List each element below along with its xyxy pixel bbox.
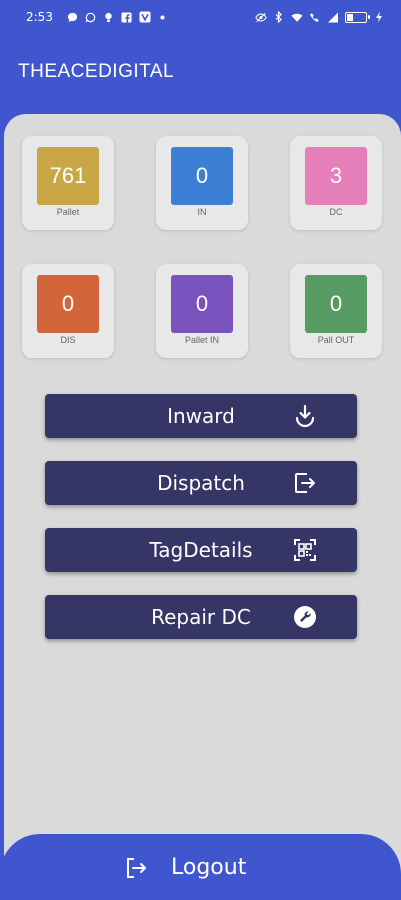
tile-in[interactable]: 0 IN — [156, 136, 248, 230]
dashboard-content: 761 Pallet 0 IN 3 DC 0 DIS 0 Pallet IN 0… — [4, 114, 401, 900]
eye-off-icon — [255, 11, 267, 23]
tile-in-value: 0 — [171, 147, 233, 205]
tag-details-button[interactable]: TagDetails — [45, 528, 357, 572]
tile-pallet[interactable]: 761 Pallet — [22, 136, 114, 230]
status-bar: 2:53 — [0, 0, 401, 34]
tile-dis-value: 0 — [37, 275, 99, 333]
bluetooth-icon — [273, 11, 285, 23]
whatsapp-icon — [85, 11, 97, 23]
dot-icon — [157, 11, 169, 23]
app-bar: THEACEDIGITAL — [0, 34, 401, 110]
qr-code-icon — [293, 538, 317, 562]
wrench-icon — [293, 605, 317, 629]
repair-dc-button[interactable]: Repair DC — [45, 595, 357, 639]
app-title: THEACEDIGITAL — [18, 61, 175, 82]
tile-pallet-in-label: Pallet IN — [184, 335, 219, 345]
tile-pallet-in[interactable]: 0 Pallet IN — [156, 264, 248, 358]
inward-button[interactable]: Inward — [45, 394, 357, 438]
status-time: 2:53 — [26, 10, 53, 24]
logout-icon — [124, 856, 148, 880]
download-icon — [293, 404, 317, 428]
battery-icon — [345, 11, 370, 23]
message-icon — [67, 11, 79, 23]
logout-label: Logout — [171, 855, 247, 880]
tile-pall-out[interactable]: 0 Pall OUT — [290, 264, 382, 358]
tile-in-label: IN — [197, 207, 207, 217]
tile-dis[interactable]: 0 DIS — [22, 264, 114, 358]
tile-pallet-value: 761 — [37, 147, 99, 205]
exit-icon — [293, 471, 317, 495]
logout-button[interactable]: Logout — [0, 834, 401, 900]
signal-icon — [327, 11, 339, 23]
v-app-icon — [139, 11, 151, 23]
tile-dc-label: DC — [329, 207, 343, 217]
facebook-icon — [121, 11, 133, 23]
tile-pallet-label: Pallet — [56, 207, 80, 217]
bulb-icon — [103, 11, 115, 23]
tile-dc-value: 3 — [305, 147, 367, 205]
volte-call-icon — [309, 11, 321, 23]
dispatch-button[interactable]: Dispatch — [45, 461, 357, 505]
tile-pall-out-label: Pall OUT — [317, 335, 355, 345]
tile-pallet-in-value: 0 — [171, 275, 233, 333]
wifi-icon — [291, 11, 303, 23]
tile-pall-out-value: 0 — [305, 275, 367, 333]
tile-dis-label: DIS — [60, 335, 76, 345]
tile-dc[interactable]: 3 DC — [290, 136, 382, 230]
charging-icon — [373, 11, 385, 23]
